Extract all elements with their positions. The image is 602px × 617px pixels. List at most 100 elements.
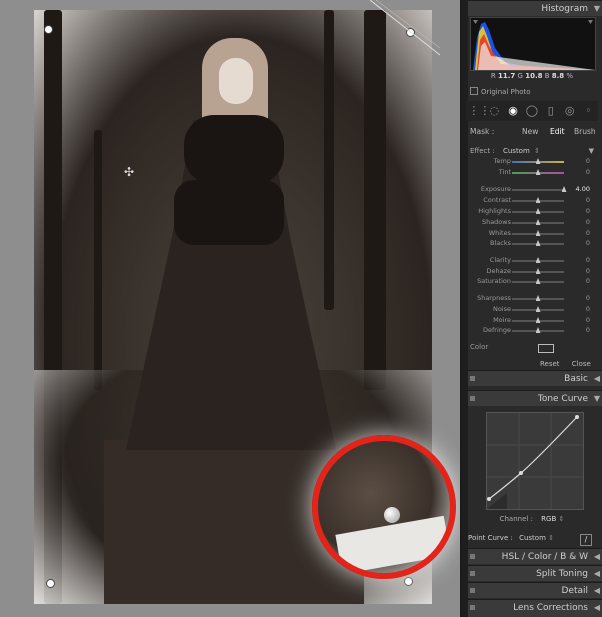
- slider-value[interactable]: 0: [586, 168, 590, 176]
- point-curve-label: Point Curve :: [468, 534, 513, 542]
- crop-icon[interactable]: ◌: [487, 104, 501, 118]
- panel-toggle-icon[interactable]: [470, 396, 475, 401]
- slider-moire[interactable]: Moire 0: [466, 316, 594, 326]
- slider-value[interactable]: 0: [586, 294, 590, 302]
- dropdown-arrow-icon[interactable]: ⇕: [559, 515, 565, 523]
- expand-arrow-icon[interactable]: ◀: [594, 371, 600, 387]
- slider-sharpness[interactable]: Sharpness 0: [466, 294, 594, 304]
- slider-exposure[interactable]: Exposure 4.00: [466, 185, 594, 195]
- slider-label: Blacks: [490, 239, 511, 247]
- red-eye-icon[interactable]: ◯: [525, 104, 539, 118]
- slider-noise[interactable]: Noise 0: [466, 305, 594, 315]
- slider-track[interactable]: [512, 189, 564, 191]
- slider-value[interactable]: 0: [586, 229, 590, 237]
- slider-value[interactable]: 0: [586, 207, 590, 215]
- slider-value[interactable]: 0: [586, 305, 590, 313]
- gradient-pin[interactable]: [44, 25, 53, 34]
- g-label: G: [517, 72, 523, 80]
- percent-unit: %: [566, 72, 574, 80]
- histogram-readout: R 11.7 G 10.8 B 8.8 %: [470, 72, 594, 84]
- basic-title: Basic: [564, 374, 588, 384]
- mask-new-button[interactable]: New: [522, 127, 538, 136]
- fur-muff: [174, 180, 284, 245]
- close-button[interactable]: Close: [572, 360, 591, 368]
- original-photo-toggle[interactable]: Original Photo: [470, 87, 531, 96]
- slider-value[interactable]: 4.00: [576, 185, 590, 193]
- detail-header[interactable]: Detail ◀: [468, 582, 602, 598]
- gradient-pin[interactable]: [46, 579, 55, 588]
- slider-whites[interactable]: Whites 0: [466, 229, 594, 239]
- tone-curve-graph[interactable]: [486, 412, 584, 510]
- slider-dehaze[interactable]: Dehaze 0: [466, 267, 594, 277]
- point-curve-select[interactable]: Custom: [519, 534, 546, 542]
- g-value: 10.8: [525, 72, 543, 80]
- spot-removal-icon[interactable]: ◉: [506, 104, 520, 118]
- slider-shadows[interactable]: Shadows 0: [466, 218, 594, 228]
- hsl-header[interactable]: HSL / Color / B & W ◀: [468, 548, 602, 564]
- expand-arrow-icon[interactable]: ◀: [594, 583, 600, 599]
- color-row: Color: [470, 343, 594, 353]
- reset-button[interactable]: Reset: [540, 360, 560, 368]
- collapse-arrow-icon[interactable]: ▼: [594, 1, 600, 17]
- slider-value[interactable]: 0: [586, 256, 590, 264]
- tool-strip: ⋮⋮ ◌ ◉ ◯ ▯ ◎ ◦: [466, 101, 598, 121]
- gradient-pin[interactable]: [404, 577, 413, 586]
- effect-preset-select[interactable]: Custom: [503, 147, 530, 155]
- slider-highlights[interactable]: Highlights 0: [466, 207, 594, 217]
- radial-filter-pin[interactable]: [384, 507, 400, 523]
- slider-value[interactable]: 0: [586, 196, 590, 204]
- slider-tint[interactable]: Tint 0: [466, 168, 594, 178]
- original-photo-label: Original Photo: [481, 88, 531, 96]
- slider-label: Highlights: [478, 207, 511, 215]
- histogram-graph[interactable]: [470, 17, 596, 71]
- mask-edit-button[interactable]: Edit: [550, 127, 565, 136]
- slider-temp[interactable]: Temp 0: [466, 157, 594, 167]
- slider-value[interactable]: 0: [586, 316, 590, 324]
- collapse-arrow-icon[interactable]: ▼: [589, 147, 594, 155]
- panel-toggle-icon[interactable]: [470, 554, 475, 559]
- grid-overlay-icon[interactable]: ⋮⋮: [468, 104, 490, 118]
- slider-value[interactable]: 0: [586, 218, 590, 226]
- gradient-pin[interactable]: [406, 28, 415, 37]
- slider-value[interactable]: 0: [586, 277, 590, 285]
- panel-toggle-icon[interactable]: [470, 571, 475, 576]
- mask-brush-button[interactable]: Brush: [574, 127, 596, 136]
- slider-defringe[interactable]: Defringe 0: [466, 326, 594, 336]
- expand-arrow-icon[interactable]: ◀: [594, 549, 600, 565]
- tree-trunk: [364, 10, 386, 390]
- b-value: 8.8: [551, 72, 565, 80]
- slider-clarity[interactable]: Clarity 0: [466, 256, 594, 266]
- photo-canvas[interactable]: ✣: [0, 0, 460, 617]
- slider-value[interactable]: 0: [586, 326, 590, 334]
- graduated-filter-icon[interactable]: ▯: [544, 104, 558, 118]
- checkbox-icon[interactable]: [470, 87, 478, 95]
- slider-label: Clarity: [489, 256, 511, 264]
- slider-value[interactable]: 0: [586, 267, 590, 275]
- tone-curve-header[interactable]: Tone Curve ▼: [468, 390, 602, 406]
- lens-corrections-header[interactable]: Lens Corrections ◀: [468, 599, 602, 617]
- color-swatch[interactable]: [538, 344, 554, 353]
- dropdown-arrow-icon[interactable]: ⇕: [534, 147, 540, 155]
- r-value: 11.7: [498, 72, 516, 80]
- radial-filter-icon[interactable]: ◎: [563, 104, 577, 118]
- slider-label: Shadows: [481, 218, 511, 226]
- split-toning-header[interactable]: Split Toning ◀: [468, 565, 602, 581]
- panel-toggle-icon[interactable]: [470, 605, 475, 610]
- collapse-arrow-icon[interactable]: ▼: [594, 391, 600, 407]
- slider-blacks[interactable]: Blacks 0: [466, 239, 594, 249]
- dropdown-arrow-icon[interactable]: ⇕: [548, 534, 554, 542]
- slider-value[interactable]: 0: [586, 239, 590, 247]
- adjustment-brush-icon[interactable]: ◦: [581, 104, 595, 118]
- edit-point-curve-icon[interactable]: /: [580, 534, 592, 546]
- slider-value[interactable]: 0: [586, 157, 590, 165]
- expand-arrow-icon[interactable]: ◀: [594, 600, 600, 616]
- basic-header[interactable]: Basic ◀: [468, 370, 602, 386]
- slider-contrast[interactable]: Contrast 0: [466, 196, 594, 206]
- expand-arrow-icon[interactable]: ◀: [594, 566, 600, 582]
- histogram-header[interactable]: Histogram ▼: [468, 0, 602, 16]
- channel-select[interactable]: RGB: [541, 515, 556, 523]
- channel-row: Channel : RGB ⇕: [470, 515, 594, 523]
- slider-saturation[interactable]: Saturation 0: [466, 277, 594, 287]
- panel-toggle-icon[interactable]: [470, 588, 475, 593]
- panel-toggle-icon[interactable]: [470, 376, 475, 381]
